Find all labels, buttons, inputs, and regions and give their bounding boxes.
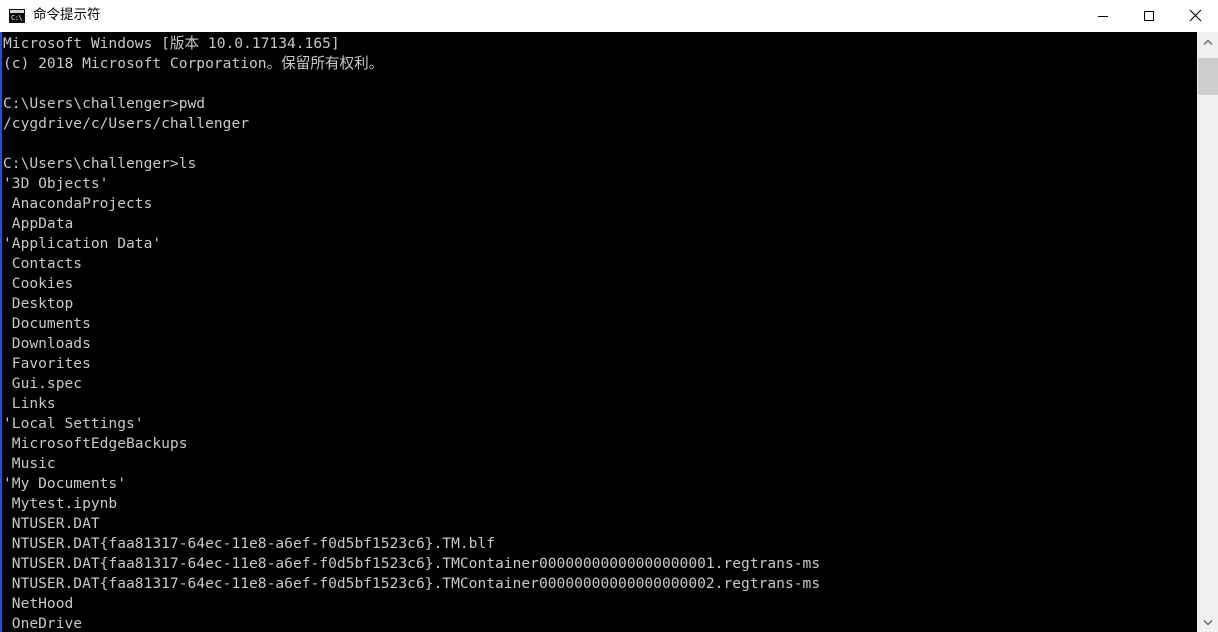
chevron-up-icon [1203,39,1213,45]
console-output[interactable]: Microsoft Windows [版本 10.0.17134.165] (c… [2,32,1197,632]
title-bar-left: C:\ 命令提示符 [0,0,101,31]
console-text: Microsoft Windows [版本 10.0.17134.165] (c… [3,35,821,632]
close-button[interactable] [1172,0,1218,31]
cmd-console-icon: C:\ [9,8,25,23]
minimize-icon [1098,15,1108,17]
vertical-scrollbar[interactable] [1197,32,1218,632]
minimize-button[interactable] [1080,0,1126,31]
scrollbar-track[interactable] [1198,52,1218,612]
scroll-down-button[interactable] [1198,612,1218,632]
console-area: Microsoft Windows [版本 10.0.17134.165] (c… [0,32,1218,632]
maximize-button[interactable] [1126,0,1172,31]
chevron-down-icon [1203,619,1213,625]
maximize-icon [1144,10,1154,21]
scrollbar-thumb[interactable] [1198,58,1218,95]
title-bar[interactable]: C:\ 命令提示符 [0,0,1218,32]
command-prompt-window: C:\ 命令提示符 Microsoft Windows [版本 10.0.171… [0,0,1218,632]
scroll-up-button[interactable] [1198,32,1218,52]
cmd-icon-prompt-glyph: C:\ [11,13,23,22]
close-icon [1189,9,1201,22]
window-title: 命令提示符 [33,7,101,23]
window-controls [1080,0,1218,31]
